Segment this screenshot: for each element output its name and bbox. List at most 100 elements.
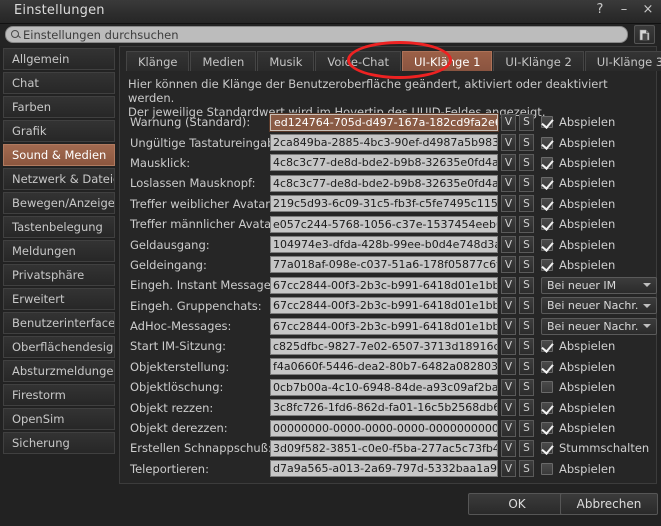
sidebar-item-5[interactable]: Netzwerk & Dateien	[3, 168, 115, 190]
tab-5[interactable]: UI-Klänge 2	[493, 51, 583, 71]
sidebar-item-8[interactable]: Meldungen	[3, 240, 115, 262]
play-checkbox[interactable]	[541, 218, 553, 230]
preview-sound-button[interactable]: V	[501, 236, 516, 253]
preview-sound-button[interactable]: V	[501, 399, 516, 416]
play-checkbox[interactable]	[541, 361, 553, 373]
sidebar-item-12[interactable]: Oberflächendesign	[3, 336, 115, 358]
preview-sound-button[interactable]: V	[501, 195, 516, 212]
preview-sound-button[interactable]: V	[501, 154, 516, 171]
stop-sound-button[interactable]: S	[519, 318, 534, 335]
stop-sound-button[interactable]: S	[519, 154, 534, 171]
stop-sound-button[interactable]: S	[519, 277, 534, 294]
uuid-input[interactable]: f4a0660f-5446-dea2-80b7-6482a082803c	[270, 358, 498, 375]
sidebar-item-11[interactable]: Benutzerinterface	[3, 312, 115, 334]
preview-sound-button[interactable]: V	[501, 216, 516, 233]
play-checkbox[interactable]	[541, 381, 553, 393]
play-checkbox[interactable]	[541, 422, 553, 434]
stop-sound-button[interactable]: S	[519, 358, 534, 375]
sidebar-item-9[interactable]: Privatsphäre	[3, 264, 115, 286]
uuid-input[interactable]: 4c8c3c77-de8d-bde2-b9b8-32635e0fd4a	[270, 175, 498, 192]
preview-sound-button[interactable]: V	[501, 440, 516, 457]
stop-sound-button[interactable]: S	[519, 338, 534, 355]
tab-1[interactable]: Medien	[190, 51, 256, 71]
ok-button[interactable]: OK	[468, 493, 566, 515]
uuid-input[interactable]: 4c8c3c77-de8d-bde2-b9b8-32635e0fd4a	[270, 154, 498, 171]
preview-sound-button[interactable]: V	[501, 256, 516, 273]
stop-sound-button[interactable]: S	[519, 297, 534, 314]
preview-sound-button[interactable]: V	[501, 134, 516, 151]
close-icon[interactable]: ×	[641, 2, 655, 18]
preview-sound-button[interactable]: V	[501, 175, 516, 192]
uuid-input[interactable]: 3c8fc726-1fd6-862d-fa01-16c5b2568db6	[270, 399, 498, 416]
notification-mode-select[interactable]: Bei neuer IM	[541, 277, 657, 294]
stop-sound-button[interactable]: S	[519, 114, 534, 131]
tab-4[interactable]: UI-Klänge 1	[402, 51, 492, 71]
stop-sound-button[interactable]: S	[519, 236, 534, 253]
uuid-input[interactable]: 67cc2844-00f3-2b3c-b991-6418d01e1bb7	[270, 277, 498, 294]
play-checkbox[interactable]	[541, 463, 553, 475]
tab-0[interactable]: Klänge	[126, 51, 189, 71]
copy-settings-button[interactable]	[634, 25, 655, 44]
stop-sound-button[interactable]: S	[519, 216, 534, 233]
sidebar-item-0[interactable]: Allgemein	[3, 48, 115, 70]
preview-sound-button[interactable]: V	[501, 338, 516, 355]
preview-sound-button[interactable]: V	[501, 297, 516, 314]
uuid-input[interactable]: c825dfbc-9827-7e02-6507-3713d18916c1	[270, 338, 498, 355]
preview-sound-button[interactable]: V	[501, 420, 516, 437]
play-checkbox[interactable]	[541, 198, 553, 210]
sidebar-item-4[interactable]: Sound & Medien	[3, 144, 115, 166]
preview-sound-button[interactable]: V	[501, 277, 516, 294]
uuid-input[interactable]: 219c5d93-6c09-31c5-fb3f-c5fe7495c115	[270, 195, 498, 212]
play-checkbox[interactable]	[541, 402, 553, 414]
uuid-input[interactable]: 77a018af-098e-c037-51a6-178f05877c6f	[270, 256, 498, 273]
uuid-input[interactable]: 104974e3-dfda-428b-99ee-b0d4e748d3a	[270, 236, 498, 253]
uuid-input[interactable]: 3d09f582-3851-c0e0-f5ba-277ac5c73fb4	[270, 440, 498, 457]
tab-3[interactable]: Voice-Chat	[315, 51, 401, 71]
minimize-icon[interactable]: –	[617, 2, 631, 18]
preview-sound-button[interactable]: V	[501, 114, 516, 131]
play-checkbox[interactable]	[541, 157, 553, 169]
preview-sound-button[interactable]: V	[501, 358, 516, 375]
uuid-input[interactable]: 00000000-0000-0000-0000-000000000000	[270, 420, 498, 437]
uuid-input[interactable]: d7a9a565-a013-2a69-797d-5332baa1a94	[270, 460, 498, 477]
sidebar-item-7[interactable]: Tastenbelegung	[3, 216, 115, 238]
stop-sound-button[interactable]: S	[519, 420, 534, 437]
play-checkbox[interactable]	[541, 137, 553, 149]
stop-sound-button[interactable]: S	[519, 460, 534, 477]
tab-2[interactable]: Musik	[257, 51, 314, 71]
play-checkbox[interactable]	[541, 116, 553, 128]
sidebar-item-2[interactable]: Farben	[3, 96, 115, 118]
cancel-button[interactable]: Abbrechen	[560, 493, 658, 515]
sidebar-item-6[interactable]: Bewegen/Anzeigen	[3, 192, 115, 214]
play-checkbox[interactable]	[541, 442, 553, 454]
stop-sound-button[interactable]: S	[519, 399, 534, 416]
notification-mode-select[interactable]: Bei neuer Nachr.	[541, 318, 657, 335]
stop-sound-button[interactable]: S	[519, 195, 534, 212]
play-checkbox[interactable]	[541, 239, 553, 251]
uuid-input[interactable]: e057c244-5768-1056-c37e-1537454eeb62	[270, 216, 498, 233]
uuid-input[interactable]: 67cc2844-00f3-2b3c-b991-6418d01e1bb7	[270, 297, 498, 314]
preview-sound-button[interactable]: V	[501, 318, 516, 335]
sidebar-item-3[interactable]: Grafik	[3, 120, 115, 142]
stop-sound-button[interactable]: S	[519, 175, 534, 192]
stop-sound-button[interactable]: S	[519, 440, 534, 457]
play-checkbox[interactable]	[541, 177, 553, 189]
uuid-input[interactable]: 2ca849ba-2885-4bc3-90ef-d4987a5b983a	[270, 134, 498, 151]
tab-6[interactable]: UI-Klänge 3	[585, 51, 661, 71]
play-checkbox[interactable]	[541, 340, 553, 352]
preview-sound-button[interactable]: V	[501, 379, 516, 396]
sidebar-item-16[interactable]: Sicherung	[3, 432, 115, 454]
stop-sound-button[interactable]: S	[519, 379, 534, 396]
sidebar-item-14[interactable]: Firestorm	[3, 384, 115, 406]
uuid-input[interactable]: 67cc2844-00f3-2b3c-b991-6418d01e1bb7	[270, 318, 498, 335]
help-icon[interactable]: ?	[593, 2, 607, 18]
stop-sound-button[interactable]: S	[519, 256, 534, 273]
preview-sound-button[interactable]: V	[501, 460, 516, 477]
sidebar-item-15[interactable]: OpenSim	[3, 408, 115, 430]
search-input[interactable]: Einstellungen durchsuchen	[5, 26, 628, 43]
notification-mode-select[interactable]: Bei neuer Nachr.	[541, 297, 657, 314]
stop-sound-button[interactable]: S	[519, 134, 534, 151]
uuid-input[interactable]: 0cb7b00a-4c10-6948-84de-a93c09af2ba9	[270, 379, 498, 396]
sidebar-item-10[interactable]: Erweitert	[3, 288, 115, 310]
uuid-input[interactable]: ed124764-705d-d497-167a-182cd9fa2e6c	[270, 114, 498, 131]
